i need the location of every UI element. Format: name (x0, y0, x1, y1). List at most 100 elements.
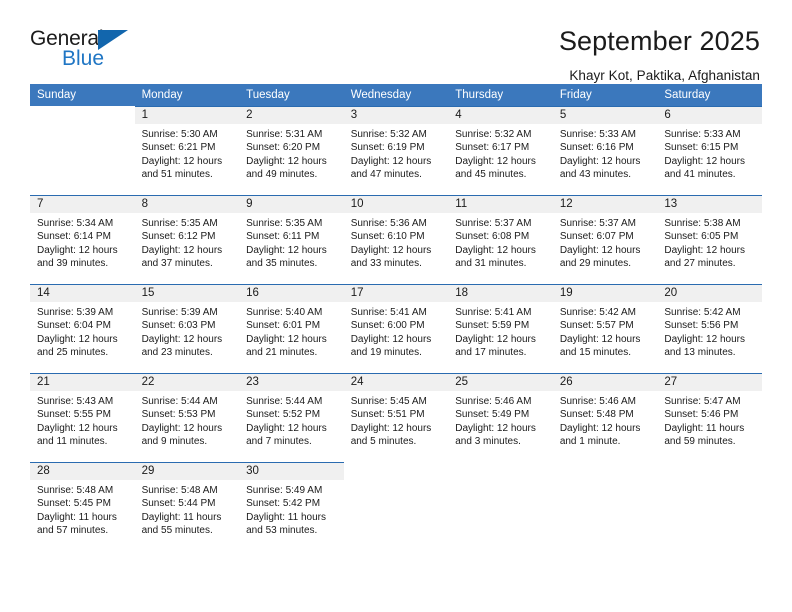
calendar-day-cell[interactable]: 11 Sunrise: 5:37 AM Sunset: 6:08 PM Dayligh… (448, 195, 553, 284)
weekday-header-saturday: Saturday (657, 84, 762, 106)
daylight-text-line2: and 51 minutes. (141, 169, 213, 181)
calendar-day-cell[interactable]: 25 Sunrise: 5:46 AM Sunset: 5:49 PM Dayligh… (448, 373, 553, 462)
day-cell-inner: 21 Sunrise: 5:43 AM Sunset: 5:55 PM Dayligh… (30, 373, 135, 462)
day-number: 22 (134, 373, 240, 391)
calendar-week-row: 14 Sunrise: 5:39 AM Sunset: 6:04 PM Dayligh… (30, 284, 762, 373)
day-number: 17 (343, 284, 449, 302)
daylight-text-line1: Daylight: 12 hours (455, 155, 536, 167)
day-number: 18 (448, 284, 553, 302)
daylight-text-line2: and 21 minutes. (246, 347, 318, 359)
calendar-day-cell[interactable]: 13 Sunrise: 5:38 AM Sunset: 6:05 PM Dayligh… (657, 195, 762, 284)
day-details: Sunrise: 5:33 AM Sunset: 6:15 PM Daylight:… (657, 124, 762, 182)
daylight-text-line2: and 27 minutes. (664, 258, 736, 270)
day-details: Sunrise: 5:40 AM Sunset: 6:01 PM Daylight:… (239, 302, 344, 360)
daylight-text-line1: Daylight: 12 hours (246, 422, 327, 434)
calendar-day-cell[interactable]: 27 Sunrise: 5:47 AM Sunset: 5:46 PM Dayligh… (657, 373, 762, 462)
daylight-text-line1: Daylight: 12 hours (141, 333, 223, 345)
day-cell-inner: 29 Sunrise: 5:48 AM Sunset: 5:44 PM Dayligh… (134, 462, 240, 551)
sunrise-text: Sunrise: 5:41 AM (455, 307, 532, 318)
logo-text-blue: Blue (62, 47, 105, 70)
sunrise-text: Sunrise: 5:33 AM (559, 129, 636, 140)
daylight-text-line1: Daylight: 12 hours (350, 422, 432, 434)
sunset-text: Sunset: 6:07 PM (559, 231, 634, 243)
calendar-day-cell[interactable]: 4 Sunrise: 5:32 AM Sunset: 6:17 PM Daylight… (448, 106, 553, 195)
calendar-day-cell[interactable]: 9 Sunrise: 5:35 AM Sunset: 6:11 PM Daylight… (239, 195, 344, 284)
daylight-text-line1: Daylight: 11 hours (664, 422, 745, 434)
general-blue-logo[interactable]: General Blue (30, 26, 140, 74)
daylight-text-line1: Daylight: 12 hours (664, 244, 745, 256)
day-details: Sunrise: 5:47 AM Sunset: 5:46 PM Daylight:… (657, 391, 762, 449)
day-details: Sunrise: 5:35 AM Sunset: 6:12 PM Daylight:… (135, 213, 240, 271)
calendar-day-cell[interactable]: 22 Sunrise: 5:44 AM Sunset: 5:53 PM Dayligh… (134, 373, 240, 462)
calendar-day-cell[interactable]: 15 Sunrise: 5:39 AM Sunset: 6:03 PM Dayligh… (134, 284, 240, 373)
calendar-day-cell[interactable]: 20 Sunrise: 5:42 AM Sunset: 5:56 PM Dayligh… (657, 284, 762, 373)
sunrise-text: Sunrise: 5:48 AM (141, 485, 218, 496)
title-block: September 2025 Khayr Kot, Paktika, Afgha… (559, 26, 762, 83)
calendar-day-cell[interactable]: 6 Sunrise: 5:33 AM Sunset: 6:15 PM Daylight… (657, 106, 762, 195)
daylight-text-line2: and 45 minutes. (455, 169, 527, 181)
day-number (30, 106, 135, 124)
daylight-text-line1: Daylight: 12 hours (350, 155, 432, 167)
sunset-text: Sunset: 6:19 PM (350, 142, 425, 154)
calendar-body: 1 Sunrise: 5:30 AM Sunset: 6:21 PM Daylight… (30, 106, 762, 551)
day-details: Sunrise: 5:37 AM Sunset: 6:08 PM Daylight:… (448, 213, 553, 271)
day-cell-inner: 5 Sunrise: 5:33 AM Sunset: 6:16 PM Daylight… (552, 106, 658, 195)
calendar-day-cell[interactable]: 21 Sunrise: 5:43 AM Sunset: 5:55 PM Dayligh… (30, 373, 135, 462)
calendar-day-cell[interactable]: 30 Sunrise: 5:49 AM Sunset: 5:42 PM Dayligh… (239, 462, 344, 551)
calendar-day-cell[interactable]: 24 Sunrise: 5:45 AM Sunset: 5:51 PM Dayligh… (343, 373, 449, 462)
daylight-text-line1: Daylight: 12 hours (559, 422, 641, 434)
calendar-page: General Blue September 2025 Khayr Kot, P… (0, 0, 792, 612)
daylight-text-line2: and 49 minutes. (246, 169, 318, 181)
page-subtitle: Khayr Kot, Paktika, Afghanistan (569, 68, 760, 84)
sunrise-text: Sunrise: 5:34 AM (37, 218, 114, 229)
weekday-header-friday: Friday (552, 84, 658, 106)
daylight-text-line2: and 39 minutes. (37, 258, 109, 270)
calendar-day-cell[interactable]: 8 Sunrise: 5:35 AM Sunset: 6:12 PM Daylight… (134, 195, 240, 284)
day-cell-inner (657, 462, 762, 551)
calendar-day-cell[interactable]: 28 Sunrise: 5:48 AM Sunset: 5:45 PM Dayligh… (30, 462, 135, 551)
calendar-day-cell[interactable]: 2 Sunrise: 5:31 AM Sunset: 6:20 PM Daylight… (239, 106, 344, 195)
sunrise-text: Sunrise: 5:38 AM (664, 218, 741, 229)
day-details: Sunrise: 5:39 AM Sunset: 6:04 PM Daylight:… (30, 302, 135, 360)
calendar-day-cell[interactable]: 14 Sunrise: 5:39 AM Sunset: 6:04 PM Dayligh… (30, 284, 135, 373)
day-cell-inner: 13 Sunrise: 5:38 AM Sunset: 6:05 PM Dayligh… (657, 195, 762, 284)
calendar-day-cell[interactable]: 5 Sunrise: 5:33 AM Sunset: 6:16 PM Daylight… (552, 106, 658, 195)
day-cell-inner (344, 462, 449, 551)
day-number (657, 462, 762, 480)
day-details: Sunrise: 5:46 AM Sunset: 5:49 PM Daylight:… (448, 391, 553, 449)
calendar-day-cell[interactable]: 26 Sunrise: 5:46 AM Sunset: 5:48 PM Dayligh… (552, 373, 658, 462)
calendar-week-row: 28 Sunrise: 5:48 AM Sunset: 5:45 PM Dayligh… (30, 462, 762, 551)
day-cell-inner: 18 Sunrise: 5:41 AM Sunset: 5:59 PM Dayligh… (448, 284, 553, 373)
calendar-day-cell[interactable]: 3 Sunrise: 5:32 AM Sunset: 6:19 PM Daylight… (343, 106, 449, 195)
day-number: 7 (30, 195, 135, 213)
day-number: 13 (657, 195, 762, 213)
calendar-day-cell[interactable]: 7 Sunrise: 5:34 AM Sunset: 6:14 PM Daylight… (30, 195, 135, 284)
day-cell-inner: 30 Sunrise: 5:49 AM Sunset: 5:42 PM Dayligh… (239, 462, 344, 551)
sunrise-text: Sunrise: 5:46 AM (455, 396, 532, 407)
sunset-text: Sunset: 6:10 PM (350, 231, 425, 243)
calendar-day-cell[interactable]: 23 Sunrise: 5:44 AM Sunset: 5:52 PM Dayligh… (239, 373, 344, 462)
calendar-empty-cell (553, 462, 658, 551)
daylight-text-line1: Daylight: 12 hours (141, 155, 223, 167)
calendar-day-cell[interactable]: 17 Sunrise: 5:41 AM Sunset: 6:00 PM Dayligh… (343, 284, 449, 373)
calendar-day-cell[interactable]: 16 Sunrise: 5:40 AM Sunset: 6:01 PM Dayligh… (239, 284, 344, 373)
weekday-header-thursday: Thursday (448, 84, 553, 106)
sunrise-text: Sunrise: 5:47 AM (664, 396, 741, 407)
day-details: Sunrise: 5:43 AM Sunset: 5:55 PM Daylight:… (30, 391, 135, 449)
calendar-day-cell[interactable]: 12 Sunrise: 5:37 AM Sunset: 6:07 PM Dayligh… (552, 195, 658, 284)
calendar-day-cell[interactable]: 29 Sunrise: 5:48 AM Sunset: 5:44 PM Dayligh… (134, 462, 240, 551)
daylight-text-line1: Daylight: 12 hours (37, 244, 118, 256)
daylight-text-line1: Daylight: 12 hours (664, 333, 745, 345)
calendar-day-cell[interactable]: 19 Sunrise: 5:42 AM Sunset: 5:57 PM Dayligh… (552, 284, 658, 373)
day-number: 21 (30, 373, 135, 391)
daylight-text-line2: and 3 minutes. (455, 436, 521, 448)
day-details: Sunrise: 5:36 AM Sunset: 6:10 PM Daylight:… (344, 213, 449, 271)
calendar-day-cell[interactable]: 1 Sunrise: 5:30 AM Sunset: 6:21 PM Daylight… (134, 106, 240, 195)
day-details: Sunrise: 5:32 AM Sunset: 6:17 PM Daylight:… (448, 124, 553, 182)
calendar-table: Sunday Monday Tuesday Wednesday Thursday Frid… (30, 84, 762, 551)
calendar-day-cell[interactable]: 10 Sunrise: 5:36 AM Sunset: 6:10 PM Dayligh… (343, 195, 449, 284)
day-cell-inner: 28 Sunrise: 5:48 AM Sunset: 5:45 PM Dayligh… (30, 462, 135, 551)
day-number: 5 (552, 106, 658, 124)
calendar-day-cell[interactable]: 18 Sunrise: 5:41 AM Sunset: 5:59 PM Dayligh… (448, 284, 553, 373)
sunrise-text: Sunrise: 5:30 AM (141, 129, 218, 140)
